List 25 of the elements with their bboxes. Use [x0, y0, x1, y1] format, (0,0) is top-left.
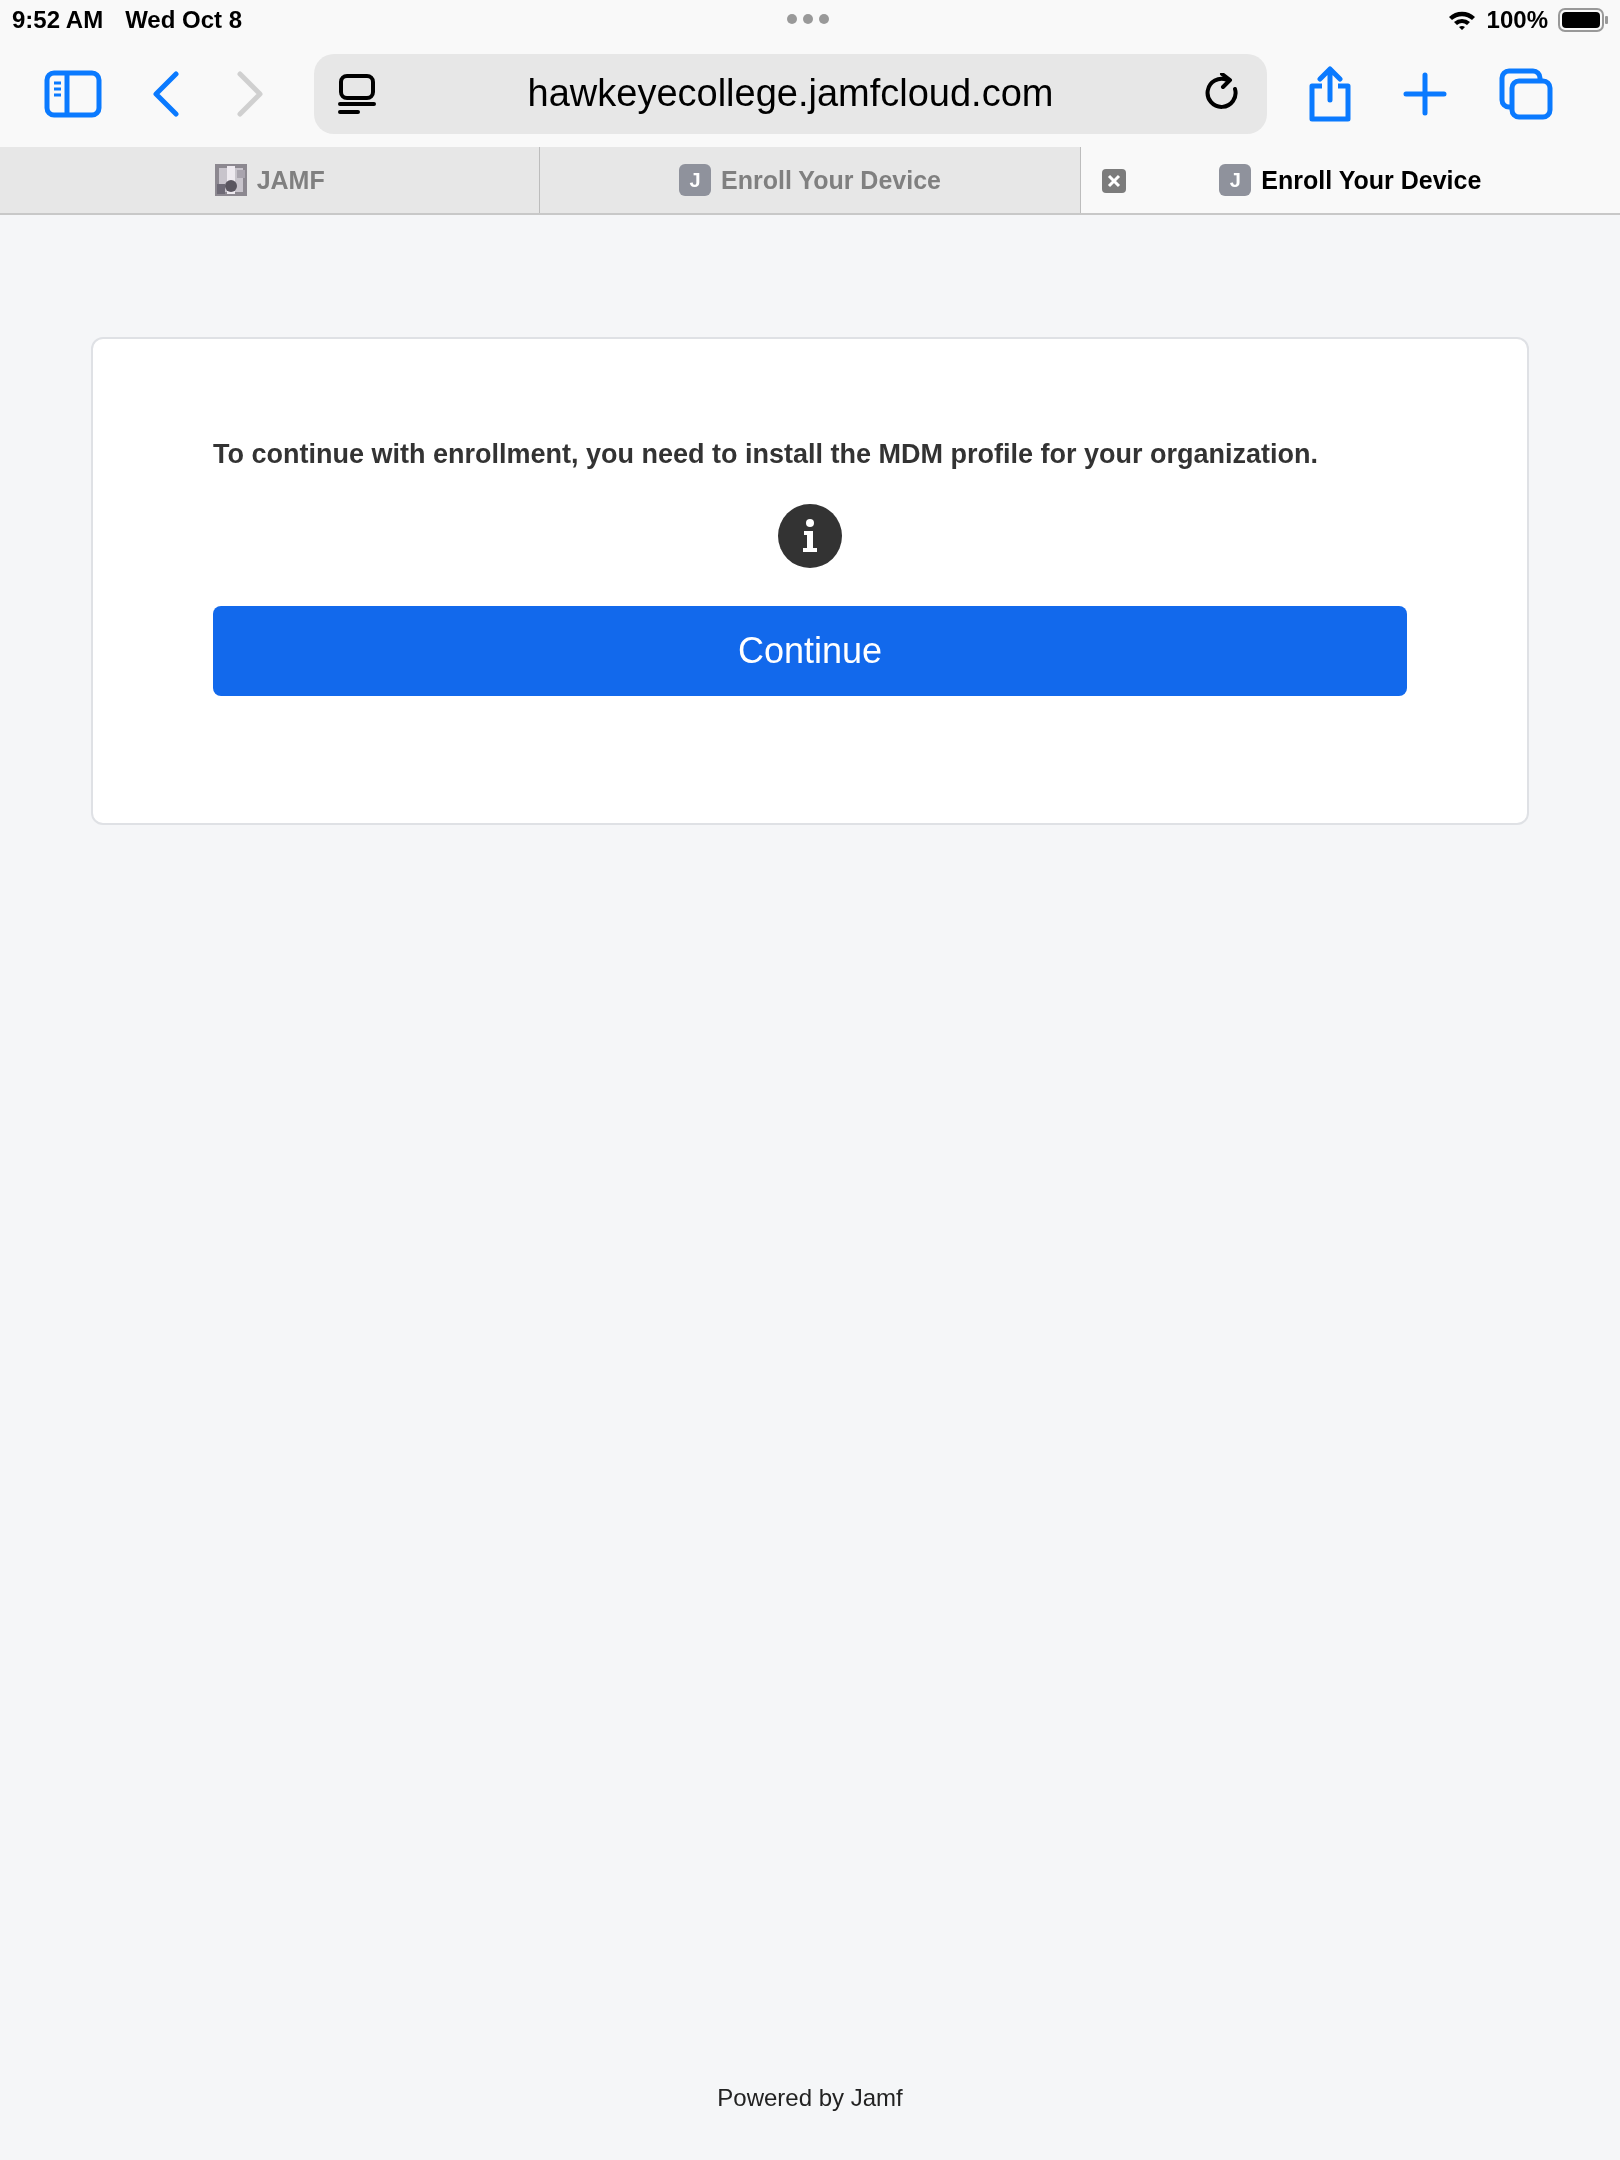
- tab-title: Enroll Your Device: [1261, 165, 1482, 195]
- share-icon[interactable]: [1307, 65, 1353, 122]
- continue-button[interactable]: Continue: [213, 606, 1407, 696]
- add-icon[interactable]: [1403, 71, 1447, 116]
- status-date: Wed Oct 8: [125, 6, 243, 34]
- status-time: 9:52 AM: [12, 6, 104, 34]
- battery-percent: 100%: [1486, 6, 1548, 34]
- close-icon[interactable]: [1101, 169, 1126, 193]
- tabs-icon[interactable]: [1499, 67, 1553, 120]
- tab-title: JAMF: [256, 165, 325, 195]
- info-icon: [778, 504, 842, 568]
- battery-icon: [1558, 8, 1608, 32]
- browser-tab[interactable]: J Enroll Your Device: [540, 147, 1081, 213]
- favicon: J: [679, 164, 711, 196]
- back-icon[interactable]: [152, 70, 180, 117]
- url-text: hawkeyecollege.jamfcloud.com: [526, 72, 1055, 115]
- enrollment-message: To continue with enrollment, you need to install the MDM profile for your organization.: [213, 439, 1318, 470]
- more-icon[interactable]: [786, 13, 830, 25]
- footer-text: Powered by Jamf: [717, 2084, 903, 2112]
- tab-title: Enroll Your Device: [721, 165, 941, 195]
- address-bar[interactable]: hawkeyecollege.jamfcloud.com: [314, 53, 1267, 134]
- sidebar-icon[interactable]: [44, 69, 102, 118]
- page-menu-icon[interactable]: [338, 72, 376, 115]
- favicon: J: [1219, 164, 1252, 196]
- browser-tab[interactable]: JAMF: [0, 147, 541, 213]
